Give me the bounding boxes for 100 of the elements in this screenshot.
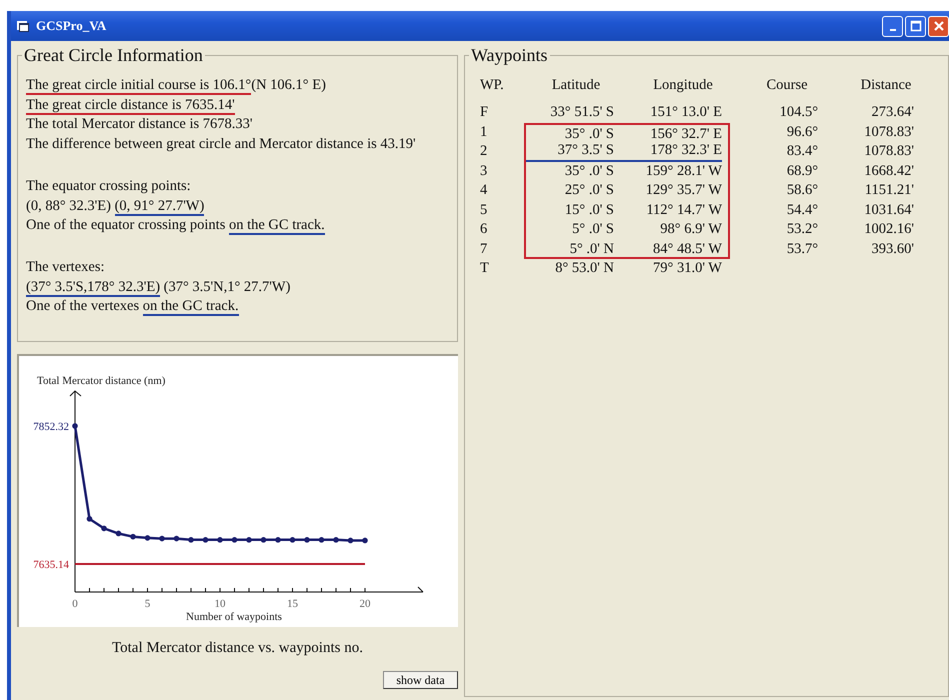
table-cell-text: 7 [479, 240, 488, 258]
table-cell-text: T [479, 259, 490, 278]
data-point [260, 537, 266, 543]
table-cell-text: 2 [479, 142, 488, 161]
data-point [72, 423, 78, 429]
column-header: Distance [860, 76, 912, 95]
minimize-button[interactable] [882, 16, 903, 36]
table-cell-text: 79° 31.0' W [652, 259, 722, 278]
table-cell-text: 68.9° [786, 162, 818, 180]
table-cell-text: 129° 35.7' W [644, 181, 722, 200]
table-cell-text: 1078.83' [863, 142, 914, 161]
table-cell-text: 5 [479, 200, 488, 220]
y-tick-label: 7852.32 [33, 420, 69, 433]
minimize-icon [890, 29, 896, 31]
table-cell-text: 393.60' [870, 240, 914, 258]
table-cell-text: F [479, 103, 490, 122]
info-line: The great circle initial course is 106.1°(N 106.1° E) [26, 76, 327, 96]
data-point [348, 538, 354, 544]
data-point [130, 534, 136, 540]
table-cell-text: 5° .0' S [571, 220, 614, 239]
table-cell-text: 159° 28.1' W [644, 162, 722, 180]
data-point [116, 530, 122, 536]
data-point [304, 537, 310, 543]
data-point [362, 538, 368, 544]
column-header: Latitude [550, 76, 602, 95]
table-cell-text: 3 [479, 162, 488, 180]
window-title: GCSPro_VA [36, 18, 106, 34]
info-line: The equator crossing points: [26, 176, 192, 196]
data-point [188, 537, 194, 543]
data-point [174, 536, 180, 542]
x-tick-label: 5 [144, 598, 150, 610]
data-point [202, 537, 208, 543]
close-icon [932, 20, 944, 32]
table-cell-text: 1078.83' [863, 122, 914, 142]
info-line: The great circle distance is 7635.14' [26, 96, 236, 116]
table-cell-text: 53.7° [786, 240, 818, 258]
x-axis-label: Number of waypoints [186, 611, 282, 623]
x-tick-label: 0 [72, 598, 78, 610]
table-cell-text: 5° .0' N [568, 240, 614, 257]
table-cell-text: 1002.16' [863, 220, 914, 239]
y-axis-label: Total Mercator distance (nm) [37, 375, 166, 387]
info-line: The difference between great circle and Mercator distance is 43.19' [26, 135, 417, 154]
info-line: (37° 3.5'S,178° 32.3'E) (37° 3.5'N,1° 27.7'W) [26, 278, 292, 298]
table-cell-text: 25° .0' S [564, 181, 614, 200]
show-data-button[interactable]: show data [383, 671, 458, 689]
table-cell-text: 4 [479, 181, 488, 200]
table-cell: 37° 3.5' S [526, 142, 614, 162]
table-cell-text: 151° 13.0' E [649, 103, 722, 122]
info-line: (0, 88° 32.3'E) (0, 91° 27.7'W) [26, 196, 206, 216]
info-line: The total Mercator distance is 7678.33' [26, 115, 254, 134]
table-cell-text: 6 [479, 220, 488, 239]
data-point [86, 516, 92, 522]
maximize-icon [910, 20, 922, 32]
data-point [232, 537, 238, 543]
table-cell-text: 112° 14.7' W [645, 200, 722, 220]
table-cell-text: 35° .0' S [564, 124, 614, 142]
data-point [318, 537, 324, 543]
x-tick-label: 15 [287, 598, 298, 610]
table-cell-text: 1668.42' [863, 162, 914, 180]
table-cell-text: 8° 53.0' N [554, 259, 614, 278]
table-cell-text: 83.4° [786, 142, 818, 161]
group-title: Waypoints [470, 45, 549, 66]
data-point [144, 535, 150, 541]
table-cell-text: 273.64' [870, 103, 914, 122]
table-cell-text: 84° 48.5' W [652, 240, 722, 257]
table-cell-text: 96.6° [786, 122, 818, 142]
data-point [290, 537, 296, 543]
table-cell-text: 35° .0' S [564, 162, 614, 180]
table-cell-text: 15° .0' S [564, 200, 614, 220]
table-cell-text: 1031.64' [863, 200, 914, 220]
table-cell-text: 54.4° [786, 200, 818, 220]
column-header: WP. [479, 76, 505, 95]
data-point [159, 536, 165, 542]
data-point [246, 537, 252, 543]
table-cell-text: 156° 32.7' E [649, 124, 722, 142]
data-point [333, 537, 339, 543]
info-line: The vertexes: [26, 258, 106, 277]
column-header: Course [765, 76, 809, 95]
x-tick-label: 20 [360, 598, 370, 610]
info-line: One of the vertexes on the GC track. [26, 297, 240, 318]
table-cell-text: 1151.21' [864, 181, 914, 200]
data-point [217, 537, 223, 543]
close-button[interactable] [928, 16, 949, 36]
group-title: Great Circle Information [23, 45, 204, 66]
table-cell-text: 58.6° [786, 181, 818, 200]
maximize-button[interactable] [905, 16, 926, 36]
column-header: Longitude [652, 76, 714, 95]
chart-caption: Total Mercator distance vs. waypoints no. [111, 640, 364, 657]
data-point [101, 526, 107, 532]
window-icon [17, 20, 29, 32]
table-cell-text: 53.2° [786, 220, 818, 239]
x-tick-label: 10 [214, 598, 226, 610]
info-line: One of the equator crossing points on the GC track. [26, 216, 326, 236]
table-cell-text: 104.5° [778, 103, 818, 122]
table-cell-text: 98° 6.9' W [659, 220, 722, 239]
table-cell-text: 33° 51.5' S [549, 103, 614, 122]
y-tick-label: 7635.14 [33, 558, 69, 571]
table-cell: 178° 32.3' E [614, 142, 722, 162]
data-point [275, 537, 281, 543]
table-cell-text: 1 [479, 122, 488, 142]
